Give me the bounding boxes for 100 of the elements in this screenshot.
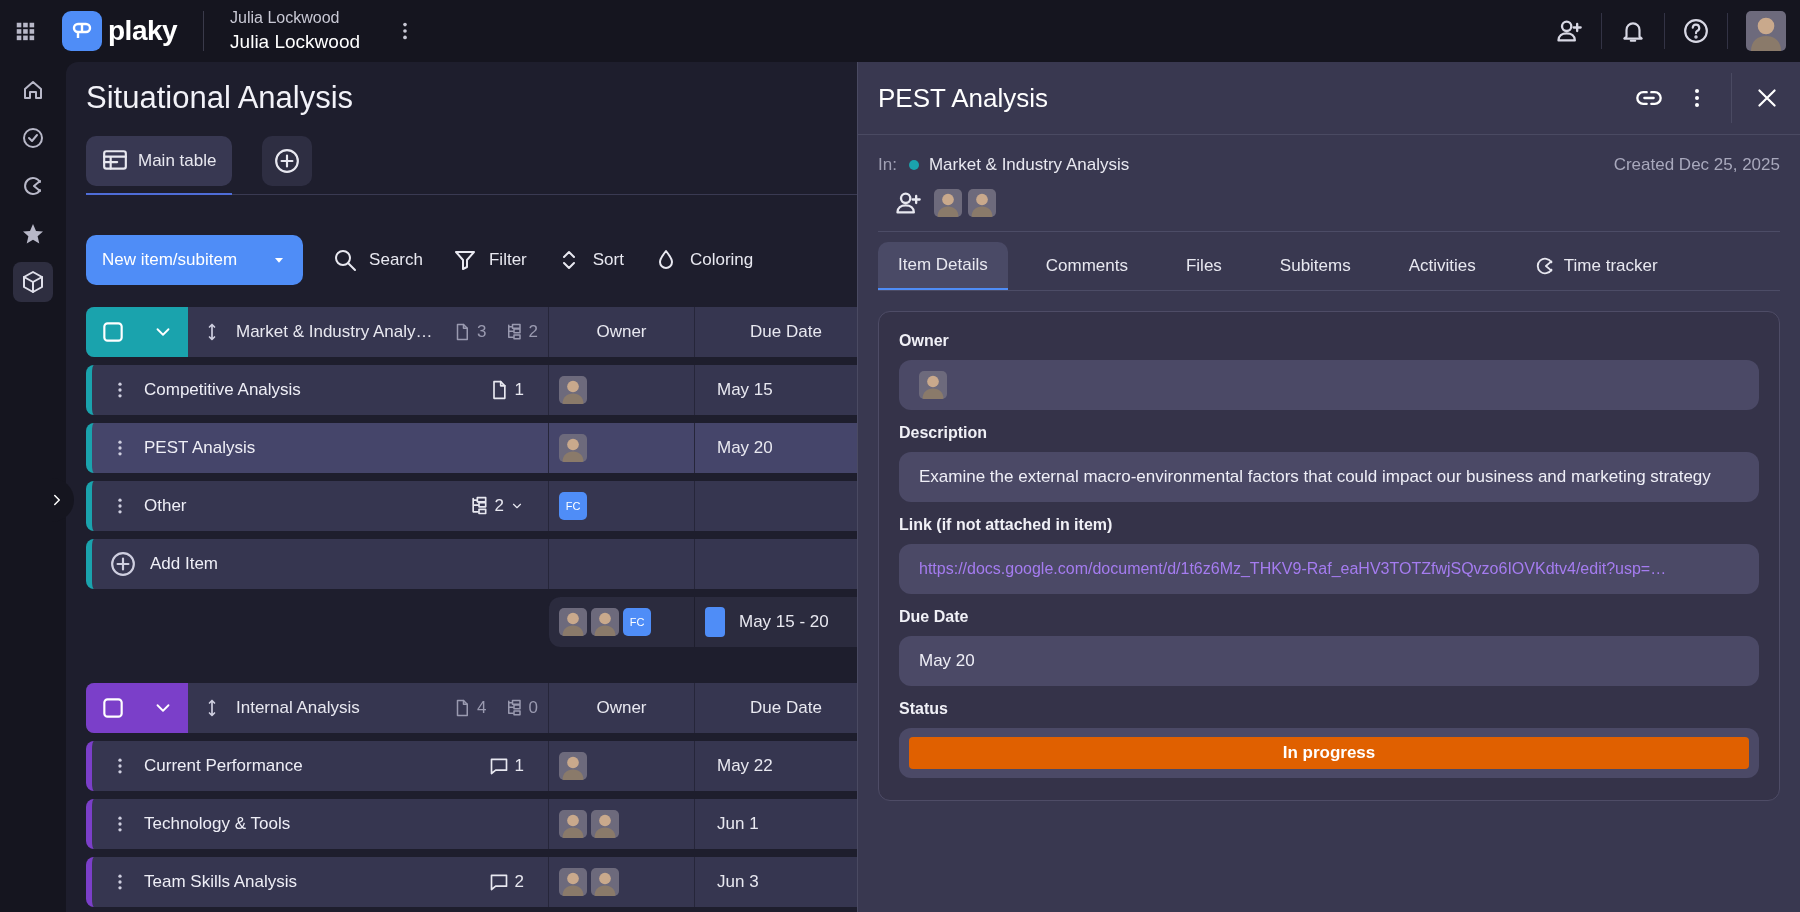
checkbox[interactable] [100,695,126,721]
workspace-name[interactable]: Julia Lockwood [230,31,361,53]
avatar-photo-placeholder [591,810,619,838]
search-button[interactable]: Search [333,248,423,272]
subitem-count: 0 [504,698,538,718]
filter-button[interactable]: Filter [453,248,527,272]
item-count: 3 [453,322,487,342]
date-range-summary: May 15 - 20 [694,597,857,647]
coloring-button[interactable]: Coloring [653,248,754,272]
group-title[interactable]: Internal Analysis [236,698,360,718]
avatar-photo-placeholder [559,810,587,838]
avatar-photo-placeholder [968,189,996,217]
add-item-row[interactable]: Add Item [86,539,548,589]
in-label: In: [878,155,897,175]
created-date: Created Dec 25, 2025 [1613,155,1780,175]
status-label[interactable]: In progress [909,737,1749,769]
field-label: Link (if not attached in item) [899,516,1114,534]
due-date-cell[interactable]: Jun 3 [694,857,857,907]
item-row[interactable]: Competitive Analysis 1 [86,365,548,415]
avatar-photo-placeholder [559,868,587,896]
item-name: Current Performance [144,756,303,776]
panel-tab[interactable]: Activities [1388,242,1496,290]
cube-icon [21,270,45,294]
owner-cell[interactable] [548,857,694,907]
item-name: Other [144,496,187,516]
logo-icon [62,11,102,51]
avatar-photo-placeholder [559,434,587,462]
sidebar-item[interactable] [13,262,53,302]
checkbox[interactable] [100,319,126,345]
field-label: Description [899,424,988,442]
item-row[interactable]: Technology & Tools [86,799,548,849]
subitem-count: 2 [504,322,538,342]
panel-tab[interactable]: Subitems [1259,242,1371,290]
avatar-photo-placeholder [934,189,962,217]
owner-cell[interactable] [548,365,694,415]
text-field[interactable]: May 20 [899,636,1759,686]
panel-tab[interactable]: Files [1165,242,1242,290]
avatar-photo-placeholder [559,752,587,780]
star-icon [21,222,45,246]
item-row[interactable]: Current Performance 1 [86,741,548,791]
due-date-cell[interactable] [694,481,857,531]
owner-cell[interactable] [548,741,694,791]
item-count: 4 [453,698,487,718]
logo-wordmark: plaky [108,15,178,47]
field-label: Owner [899,332,950,350]
check-circle-icon [21,126,45,150]
item-name: PEST Analysis [144,438,256,458]
item-title: PEST Analysis [878,82,1049,114]
due-date-cell[interactable]: Jun 1 [694,799,857,849]
column-header[interactable]: Due Date [694,307,857,357]
avatar-photo-placeholder [591,868,619,896]
owner-cell[interactable] [548,423,694,473]
panel-tab[interactable]: Item Details [878,242,1008,290]
owner-cell[interactable] [548,539,694,589]
panel-tab[interactable]: Time tracker [1513,242,1678,290]
workspace-owner: Julia Lockwood [230,9,341,27]
avatar-photo-placeholder [559,608,587,636]
item-row[interactable]: Other 2 [86,481,548,531]
due-date-cell[interactable]: May 15 [694,365,857,415]
add-view-button[interactable] [262,136,313,186]
comments-count[interactable]: 2 [488,872,524,892]
due-date-cell[interactable] [694,539,857,589]
due-date-cell[interactable]: May 20 [694,423,857,473]
files-count[interactable]: 1 [488,380,524,400]
sort-button[interactable]: Sort [556,248,624,272]
avatar-photo-placeholder [591,608,619,636]
search-icon [333,248,358,272]
owner-cell[interactable] [548,799,694,849]
subitems-count[interactable]: 2 [468,496,524,516]
panel-tab[interactable]: Comments [1025,242,1148,290]
item-row[interactable]: PEST Analysis [86,423,548,473]
comment-icon [488,756,509,776]
comment-icon [488,872,509,892]
initials-avatar: FC [623,608,651,636]
home-icon [21,78,45,102]
item-name: Team Skills Analysis [144,872,298,892]
add-circle-icon [110,551,136,577]
owner-field[interactable] [899,360,1759,410]
avatar-photo-placeholder [1746,11,1786,51]
field-label: Status [899,700,949,718]
field-label: Due Date [899,608,970,626]
add-circle-icon [274,148,301,174]
group-title[interactable]: Market & Industry Analy… [236,322,433,342]
initials-avatar: FC [559,492,587,520]
filter-icon [453,248,477,272]
item-name: Technology & Tools [144,814,291,834]
column-header[interactable]: Due Date [694,683,857,733]
group-link[interactable]: Market & Industry Analysis [928,155,1130,175]
apps-grid-icon[interactable] [14,20,36,42]
avatar-photo-placeholder [919,371,947,399]
comments-count[interactable]: 1 [488,756,524,776]
text-field[interactable]: Examine the external macro-environmental factors that could impact our business and marketing strategy [899,452,1759,502]
due-date-cell[interactable]: May 22 [694,741,857,791]
column-header[interactable]: Owner [548,307,694,357]
board-title: Situational Analysis [86,80,355,116]
column-header[interactable]: Owner [548,683,694,733]
item-name: Competitive Analysis [144,380,301,400]
item-row[interactable]: Team Skills Analysis 2 [86,857,548,907]
help-icon[interactable] [1683,18,1709,44]
status-field[interactable]: In progress [899,728,1759,778]
